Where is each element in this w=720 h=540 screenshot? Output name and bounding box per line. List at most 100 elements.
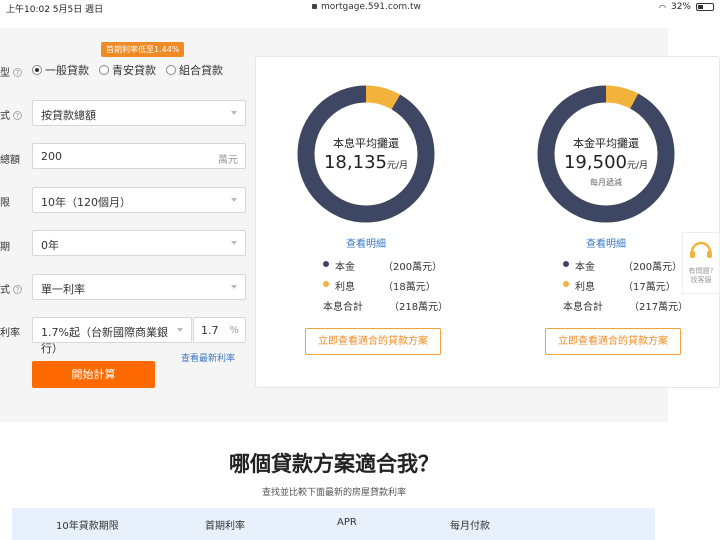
customer-service-widget[interactable]: 有問題? 找客服 — [682, 232, 720, 294]
grace-period-select[interactable]: 0年 — [32, 230, 246, 256]
monthly-amount: 19,500元/月 — [537, 152, 675, 173]
amount-label: 總額 — [0, 155, 20, 166]
radio-youth-loan[interactable]: 青安貸款 — [99, 62, 156, 78]
payment-method-title: 本息平均攤還 — [333, 137, 399, 150]
view-details-link[interactable]: 查看明細 — [268, 235, 464, 250]
loan-amount-input[interactable]: 200 萬元 — [32, 143, 246, 169]
chevron-down-icon — [231, 198, 237, 202]
lock-icon — [312, 4, 317, 9]
monthly-amount-value: 19,500 — [563, 152, 627, 173]
start-calculation-button[interactable]: 開始計算 — [32, 361, 155, 388]
column-header-term: 10年貸款期限 — [56, 521, 119, 532]
interest-value: （18萬元） — [383, 282, 436, 293]
loan-amount-value: 200 — [41, 150, 62, 163]
rate-label: 利率 — [0, 328, 20, 339]
bank-rate-select[interactable]: 1.7%起（台新國際商業銀行） — [32, 317, 192, 355]
legend-principal: 本金 （200萬元） — [563, 258, 682, 273]
help-widget-line2: 找客服 — [690, 276, 712, 284]
monthly-decrease-note: 每月遞減 — [590, 178, 622, 187]
monthly-amount: 18,135元/月 — [297, 152, 435, 173]
latest-rate-link[interactable]: 查看最新利率 — [181, 351, 235, 364]
battery-percent: 32% — [670, 2, 691, 12]
rate-mode-value: 單一利率 — [41, 283, 85, 296]
column-header-first-rate: 首期利率 — [205, 521, 245, 532]
grace-period-label: 期 — [0, 242, 10, 253]
chevron-down-icon — [231, 241, 237, 245]
rate-input-unit: % — [229, 325, 239, 336]
loan-type-label-text: 型 — [0, 68, 10, 79]
section-title: 哪個貸款方案適合我？ — [229, 452, 439, 476]
chevron-down-icon — [231, 285, 237, 289]
rate-mode-label: 式? — [0, 281, 22, 296]
radio-dot-general[interactable] — [32, 65, 42, 75]
help-widget-line1: 有問題? — [688, 267, 714, 275]
status-bar: 上午10:02 5月5日 週日 mortgage.591.com.tw ◠ 32… — [0, 0, 720, 15]
legend-interest: 利息 （17萬元） — [563, 278, 676, 293]
method-label-text: 式 — [0, 111, 10, 122]
total-value: （218萬元） — [389, 302, 449, 313]
radio-combo-loan[interactable]: 組合貸款 — [166, 62, 223, 78]
view-loan-plans-button[interactable]: 立即查看適合的貸款方案 — [545, 328, 681, 355]
interest-label: 利息 — [335, 282, 355, 293]
rate-mode-label-text: 式 — [0, 285, 10, 296]
radio-general-loan[interactable]: 一般貸款 — [32, 62, 89, 78]
column-header-apr: APR — [337, 517, 357, 528]
total-label: 本息合計 — [323, 302, 363, 313]
principal-dot-icon — [323, 261, 329, 267]
view-loan-plans-button[interactable]: 立即查看適合的貸款方案 — [305, 328, 441, 355]
grace-period-value: 0年 — [41, 239, 59, 252]
equal-principal-card: 本金平均攤還 19,500元/月 每月遞減 查看明細 本金 （200萬元） 利息 （… — [508, 57, 720, 387]
calc-method-value: 按貸款總額 — [41, 109, 96, 122]
results-panel: 本息平均攤還 18,135元/月 查看明細 本金 （200萬元） 利息 （18萬元）… — [255, 56, 720, 388]
monthly-amount-unit: 元/月 — [386, 161, 409, 171]
radio-combo-label: 組合貸款 — [179, 64, 223, 77]
radio-dot-youth[interactable] — [99, 65, 109, 75]
loan-type-radio-group: 一般貸款 青安貸款 組合貸款 — [32, 62, 223, 78]
loan-term-select[interactable]: 10年（120個月） — [32, 187, 246, 213]
chevron-down-icon — [231, 111, 237, 115]
address-bar-url[interactable]: mortgage.591.com.tw — [312, 2, 421, 12]
interest-dot-icon — [563, 281, 569, 287]
principal-value: （200萬元） — [383, 262, 443, 273]
chevron-down-icon — [177, 328, 183, 332]
total-value: （217萬元） — [629, 302, 689, 313]
loan-amount-unit: 萬元 — [218, 155, 238, 166]
loan-term-value: 10年（120個月） — [41, 196, 131, 209]
help-icon[interactable]: ? — [13, 285, 22, 294]
payment-method-title: 本金平均攤還 — [573, 137, 639, 150]
status-indicators: ◠ 32% — [659, 2, 714, 12]
total-row: 本息合計 （218萬元） — [323, 298, 448, 313]
interest-value: （17萬元） — [623, 282, 676, 293]
principal-label: 本金 — [575, 262, 595, 273]
method-label: 式? — [0, 107, 22, 122]
total-label: 本息合計 — [563, 302, 603, 313]
principal-dot-icon — [563, 261, 569, 267]
section-subtitle: 查找並比較下面最新的房屋貸款利率 — [261, 488, 406, 498]
rate-table-header: 10年貸款期限 首期利率 APR 每月付款 — [12, 508, 655, 540]
radio-general-label: 一般貸款 — [45, 64, 89, 77]
promo-badge: 首期利率低至1.44% — [101, 42, 185, 57]
donut-center: 本息平均攤還 18,135元/月 — [297, 85, 435, 223]
donut-center: 本金平均攤還 19,500元/月 每月遞減 — [537, 85, 675, 223]
rate-input[interactable]: 1.7% — [193, 317, 246, 343]
rate-input-value: 1.7 — [201, 324, 219, 337]
headset-icon — [690, 241, 712, 258]
monthly-amount-value: 18,135 — [323, 152, 387, 173]
rate-mode-select[interactable]: 單一利率 — [32, 274, 246, 300]
principal-value: （200萬元） — [623, 262, 683, 273]
radio-youth-label: 青安貸款 — [112, 64, 156, 77]
loan-type-label: 型? — [0, 64, 22, 79]
view-details-link[interactable]: 查看明細 — [508, 235, 704, 250]
radio-dot-combo[interactable] — [166, 65, 176, 75]
wifi-icon: ◠ — [659, 2, 666, 12]
battery-icon — [696, 3, 714, 11]
principal-label: 本金 — [335, 262, 355, 273]
legend-principal: 本金 （200萬元） — [323, 258, 442, 273]
url-text: mortgage.591.com.tw — [321, 2, 421, 12]
help-icon[interactable]: ? — [13, 68, 22, 77]
help-icon[interactable]: ? — [13, 111, 22, 120]
equal-payment-card: 本息平均攤還 18,135元/月 查看明細 本金 （200萬元） 利息 （18萬元）… — [268, 57, 488, 387]
interest-label: 利息 — [575, 282, 595, 293]
calc-method-select[interactable]: 按貸款總額 — [32, 100, 246, 126]
total-row: 本息合計 （217萬元） — [563, 298, 688, 313]
